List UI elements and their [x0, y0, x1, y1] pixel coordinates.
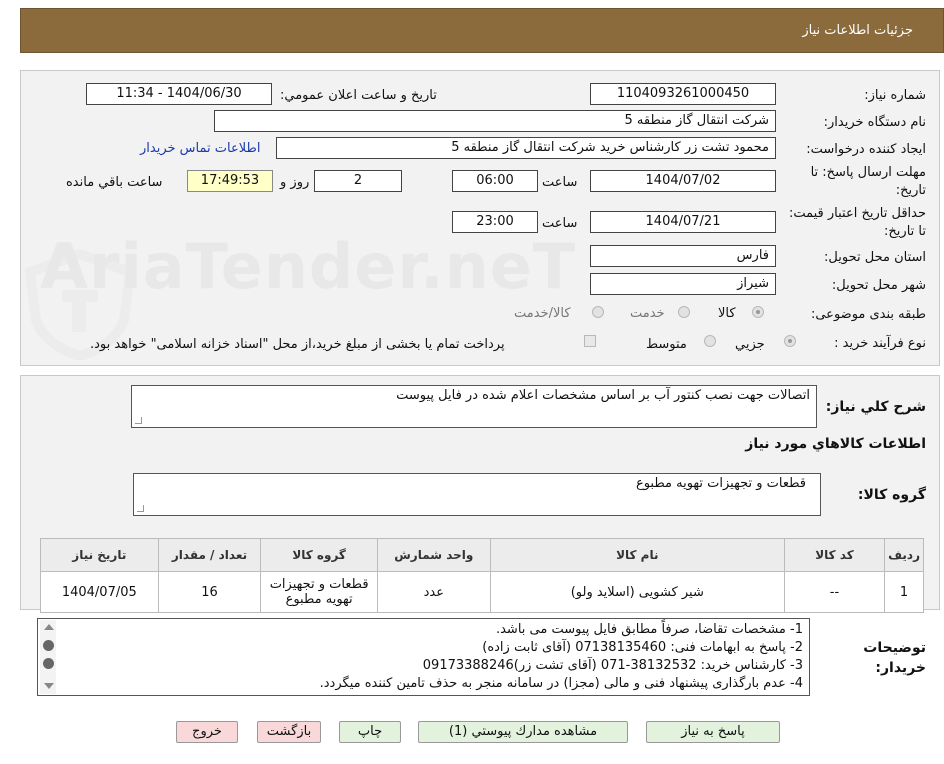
notes-textarea[interactable]: 1- مشخصات تقاضا، صرفاً مطابق فايل پيوست … [37, 618, 810, 696]
buyer-org-label: نام دستگاه خريدار: [823, 115, 926, 130]
process-radio-medium[interactable] [704, 335, 716, 347]
watermark-text: AriaTender.neT [40, 230, 577, 303]
summary-label: شرح كلي نياز: [825, 399, 926, 415]
days-field: 2 [314, 170, 402, 192]
category-radio-goods-service[interactable] [592, 306, 604, 318]
category-option-goods-service: كالا/خدمت [514, 306, 571, 321]
cell-goods-name: شير كشويی (اسلايد ولو) [489, 571, 785, 613]
remaining-time-field: 17:49:53 [187, 170, 273, 192]
category-option-goods: كالا [718, 306, 736, 321]
goods-table: رديف كد كالا نام كالا واحد شمارش گروه كا… [40, 538, 924, 613]
table-header-row: رديف كد كالا نام كالا واحد شمارش گروه كا… [40, 538, 924, 572]
payment-note: پرداخت تمام يا بخشی از مبلغ خريد،از محل … [90, 337, 505, 352]
goods-group-value: قطعات و تجهيزات تهويه مطبوع [635, 476, 806, 491]
cell-row-number: 1 [884, 571, 924, 613]
goods-group-label: گروه كالا: [857, 487, 926, 503]
goods-section-title: اطلاعات كالاهاي مورد نياز [745, 436, 926, 452]
need-number-field: 1104093261000450 [590, 83, 776, 105]
category-label: طبقه بندی موضوعی: [810, 307, 926, 322]
process-label: نوع فرآيند خريد : [834, 336, 926, 351]
price-validity-label: حداقل تاريخ اعتبار قيمت: تا تاريخ: [788, 206, 926, 239]
col-unit: واحد شمارش [376, 538, 491, 572]
price-time-word: ساعت [542, 216, 578, 231]
process-option-medium: متوسط [646, 337, 687, 352]
reply-deadline-label: مهلت ارسال پاسخ: تا تاريخ: [810, 165, 926, 198]
city-field: شيراز [590, 273, 776, 295]
col-need-date: تاريخ نياز [40, 538, 159, 572]
category-radio-service[interactable] [678, 306, 690, 318]
attachments-button[interactable]: مشاهده مدارك پيوستي (1) [418, 721, 628, 743]
reply-button[interactable]: پاسخ به نياز [646, 721, 780, 743]
page-title: جزئيات اطلاعات نياز [802, 23, 913, 38]
notes-label: توضيحات خريدار: [846, 638, 926, 678]
col-row-number: رديف [884, 538, 924, 572]
exit-button[interactable]: خروج [176, 721, 238, 743]
cell-quantity: 16 [157, 571, 262, 613]
scroll-thumb-icon[interactable] [43, 658, 54, 669]
reply-time-word: ساعت [542, 175, 578, 190]
days-word: روز و [280, 175, 310, 190]
scroll-thumb-icon[interactable] [43, 640, 54, 651]
note-line-4: 4- عدم بارگذاری پيشنهاد فنی و مالی (مجزا… [319, 676, 803, 691]
cell-goods-code: -- [783, 571, 886, 613]
notes-label-text: توضيحات خريدار: [863, 640, 926, 676]
resize-grip-icon [137, 505, 144, 512]
announce-field: 1404/06/30 - 11:34 [86, 83, 272, 105]
col-goods-group: گروه كالا [260, 538, 378, 572]
treasury-checkbox[interactable] [584, 335, 596, 347]
province-field: فارس [590, 245, 776, 267]
note-line-2: 2- پاسخ به ابهامات فنی: 07138135460 (آقا… [482, 640, 803, 655]
requester-label: ايجاد كننده درخواست: [806, 142, 926, 157]
scroll-up-icon[interactable] [44, 624, 54, 630]
process-option-minor: جزيي [735, 337, 765, 352]
resize-grip-icon [135, 417, 142, 424]
cell-unit: عدد [376, 571, 491, 613]
page-header: جزئيات اطلاعات نياز [20, 8, 944, 53]
reply-time-field: 06:00 [452, 170, 538, 192]
need-number-label: شماره نياز: [864, 88, 926, 103]
city-label: شهر محل تحويل: [831, 278, 926, 293]
price-date-field: 1404/07/21 [590, 211, 776, 233]
category-radio-goods[interactable] [752, 306, 764, 318]
price-time-field: 23:00 [452, 211, 538, 233]
col-goods-name: نام كالا [489, 538, 785, 572]
table-row: 1 -- شير كشويی (اسلايد ولو) عدد قطعات و … [40, 571, 924, 613]
note-line-1: 1- مشخصات تقاضا، صرفاً مطابق فايل پيوست … [495, 622, 803, 637]
goods-group-textarea[interactable]: قطعات و تجهيزات تهويه مطبوع [133, 473, 821, 516]
cell-goods-group: قطعات و تجهيزات تهويه مطبوع [260, 571, 378, 613]
category-option-service: خدمت [630, 306, 665, 321]
announce-label: تاريخ و ساعت اعلان عمومي: [280, 88, 437, 103]
col-quantity: تعداد / مقدار [157, 538, 262, 572]
col-goods-code: كد كالا [783, 538, 886, 572]
requester-field: محمود تشت زر كارشناس خريد شركت انتقال گا… [276, 137, 776, 159]
remaining-word: ساعت باقي مانده [66, 175, 163, 190]
scroll-down-icon[interactable] [44, 683, 54, 689]
process-radio-minor[interactable] [784, 335, 796, 347]
note-line-3: 3- كارشناس خريد: 38132532-071 (آقای تشت … [422, 658, 803, 673]
back-button[interactable]: بازگشت [257, 721, 321, 743]
contact-info-link[interactable]: اطلاعات تماس خريدار [140, 141, 260, 156]
cell-need-date: 1404/07/05 [40, 571, 159, 613]
province-label: استان محل تحويل: [824, 250, 926, 265]
print-button[interactable]: چاپ [339, 721, 401, 743]
summary-textarea[interactable]: اتصالات جهت نصب كنتور آب بر اساس مشخصات … [131, 385, 817, 428]
reply-date-field: 1404/07/02 [590, 170, 776, 192]
buyer-org-field: شركت انتقال گاز منطقه 5 [214, 110, 776, 132]
